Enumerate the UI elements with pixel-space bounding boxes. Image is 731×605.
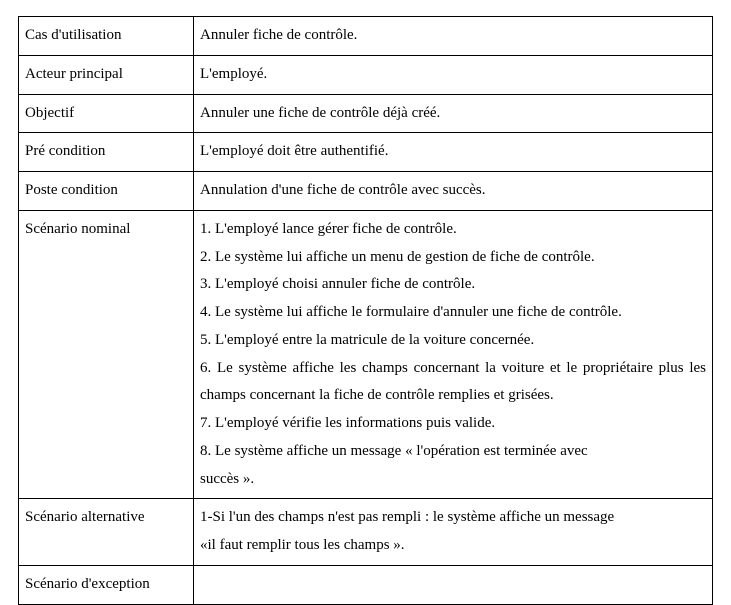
row-use-case-value: Annuler fiche de contrôle. — [194, 17, 713, 56]
row-use-case-label: Cas d'utilisation — [19, 17, 194, 56]
alternative-line-2: «il faut remplir tous les champs ». — [200, 532, 706, 560]
row-postcondition-label: Poste condition — [19, 172, 194, 211]
row-nominal-value: 1. L'employé lance gérer fiche de contrô… — [194, 210, 713, 499]
nominal-steps-list: 1. L'employé lance gérer fiche de contrô… — [200, 216, 706, 494]
row-precondition-value: L'employé doit être authentifié. — [194, 133, 713, 172]
row-alternative-value: 1-Si l'un des champs n'est pas rempli : … — [194, 499, 713, 566]
table-row: Pré condition L'employé doit être authen… — [19, 133, 713, 172]
list-item: 2. Le système lui affiche un menu de ges… — [200, 244, 706, 272]
row-actor-value: L'employé. — [194, 55, 713, 94]
row-exception-value — [194, 565, 713, 604]
row-actor-label: Acteur principal — [19, 55, 194, 94]
table-row: Cas d'utilisation Annuler fiche de contr… — [19, 17, 713, 56]
row-objective-value: Annuler une fiche de contrôle déjà créé. — [194, 94, 713, 133]
row-exception-label: Scénario d'exception — [19, 565, 194, 604]
table-row: Poste condition Annulation d'une fiche d… — [19, 172, 713, 211]
table-row: Scénario nominal 1. L'employé lance gére… — [19, 210, 713, 499]
row-postcondition-value: Annulation d'une fiche de contrôle avec … — [194, 172, 713, 211]
list-item: 8. Le système affiche un message « l'opé… — [200, 438, 706, 466]
table-row: Scénario d'exception — [19, 565, 713, 604]
row-objective-label: Objectif — [19, 94, 194, 133]
table-row: Acteur principal L'employé. — [19, 55, 713, 94]
list-item: 3. L'employé choisi annuler fiche de con… — [200, 271, 706, 299]
table-row: Scénario alternative 1-Si l'un des champ… — [19, 499, 713, 566]
page: Cas d'utilisation Annuler fiche de contr… — [0, 0, 731, 588]
list-item: succès ». — [200, 466, 706, 494]
row-nominal-label: Scénario nominal — [19, 210, 194, 499]
list-item: 7. L'employé vérifie les informations pu… — [200, 410, 706, 438]
list-item: 1. L'employé lance gérer fiche de contrô… — [200, 216, 706, 244]
use-case-table: Cas d'utilisation Annuler fiche de contr… — [18, 16, 713, 605]
list-item: 6. Le système affiche les champs concern… — [200, 355, 706, 411]
row-alternative-label: Scénario alternative — [19, 499, 194, 566]
list-item: 4. Le système lui affiche le formulaire … — [200, 299, 706, 327]
alternative-line-1: 1-Si l'un des champs n'est pas rempli : … — [200, 504, 706, 532]
row-precondition-label: Pré condition — [19, 133, 194, 172]
table-row: Objectif Annuler une fiche de contrôle d… — [19, 94, 713, 133]
list-item: 5. L'employé entre la matricule de la vo… — [200, 327, 706, 355]
